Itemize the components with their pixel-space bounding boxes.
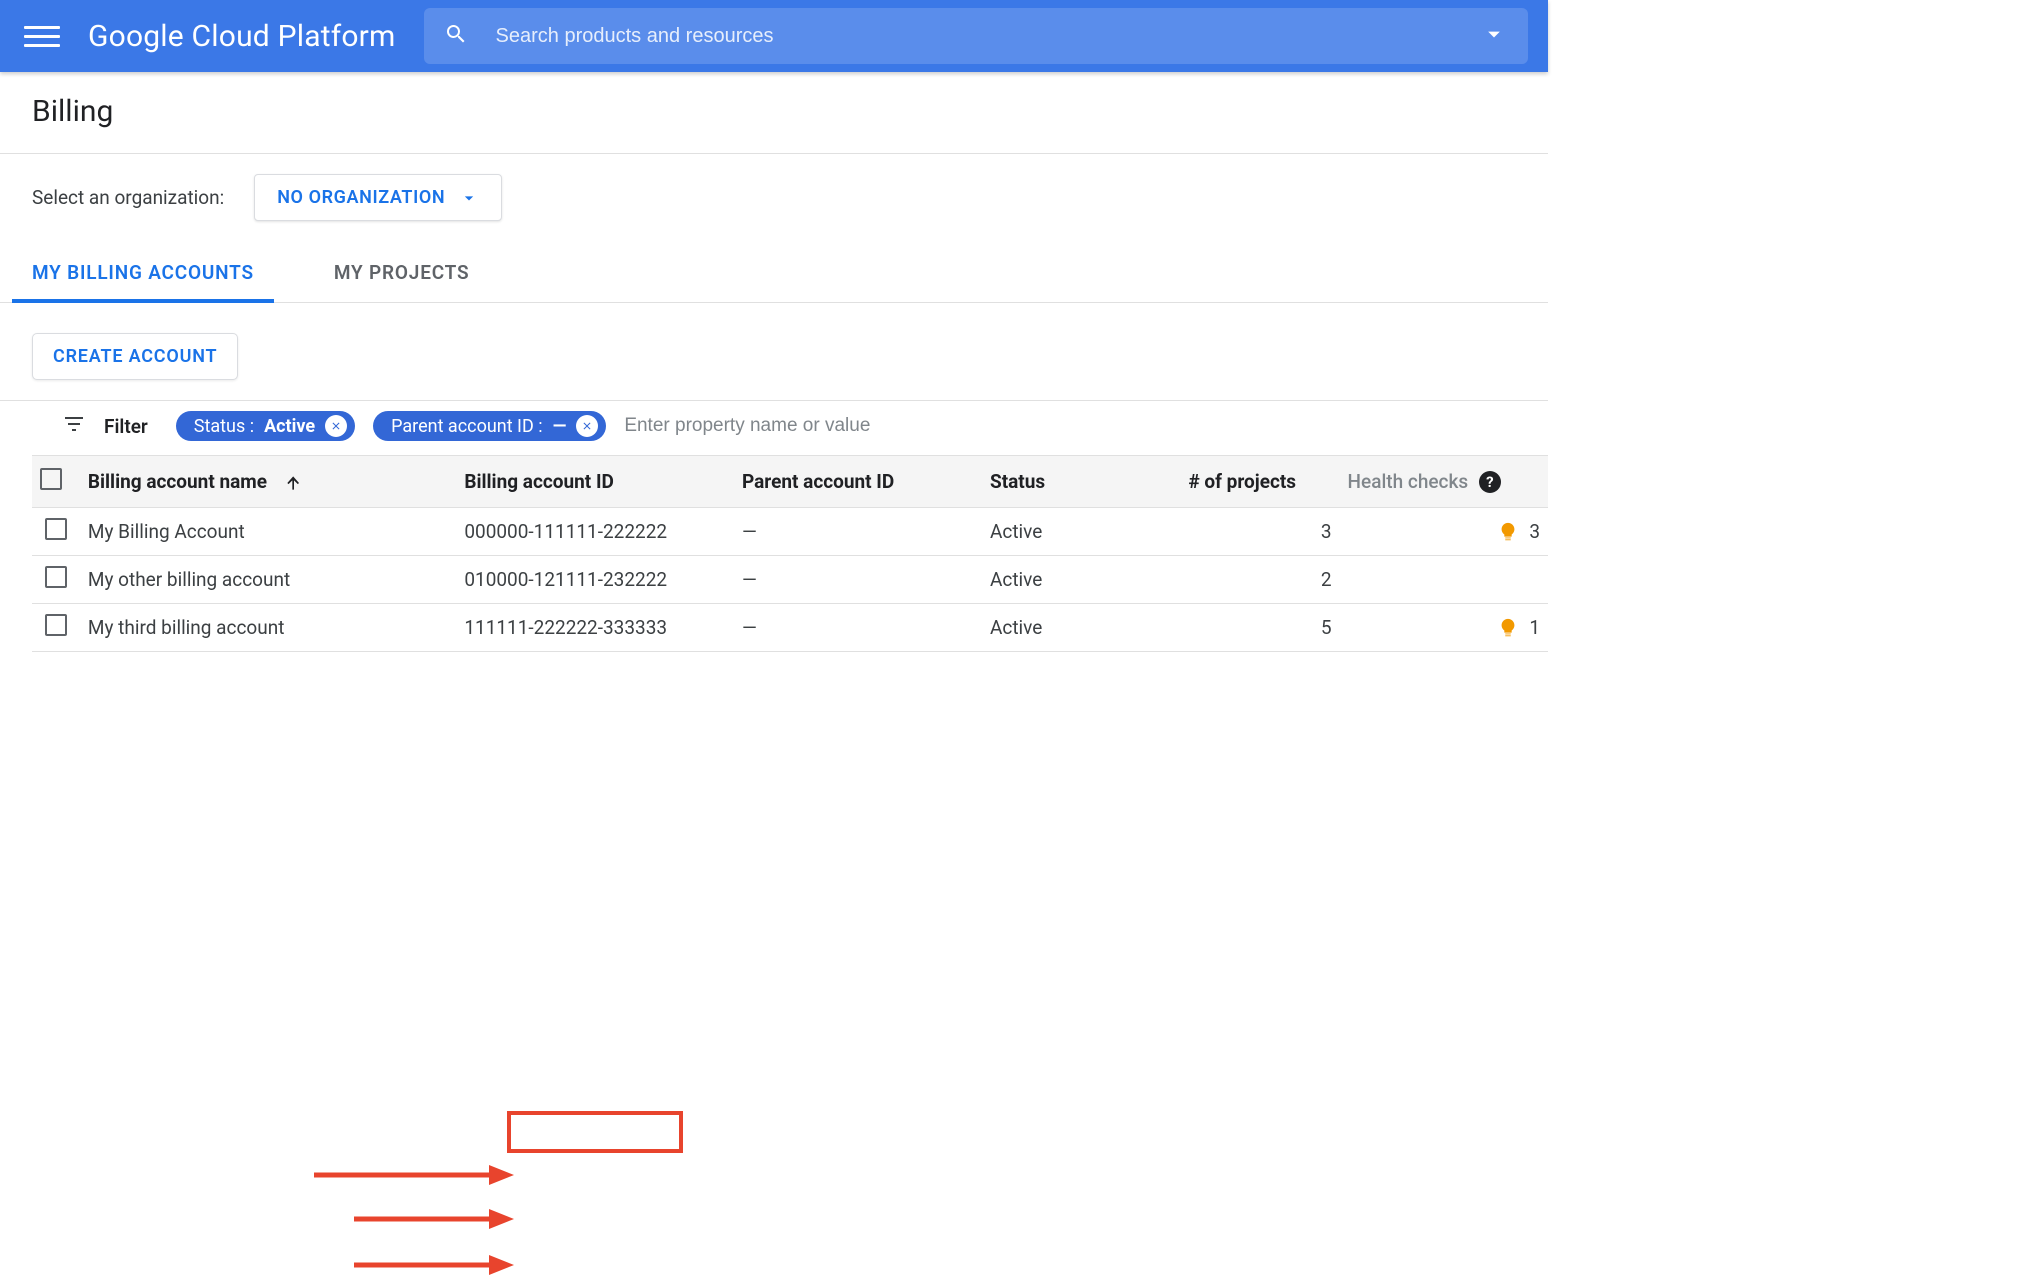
sort-asc-icon (284, 470, 304, 493)
cell-id: 111111-222222-333333 (456, 604, 734, 652)
org-selector[interactable]: NO ORGANIZATION (254, 174, 502, 221)
cell-name[interactable]: My third billing account (80, 604, 456, 652)
help-icon[interactable]: ? (1479, 471, 1501, 493)
filter-input[interactable] (624, 415, 1516, 437)
dropdown-icon (459, 188, 479, 208)
table-row: My third billing account111111-222222-33… (32, 604, 1548, 652)
col-parent[interactable]: Parent account ID (734, 456, 982, 508)
annotation-highlight-box (507, 1111, 683, 1153)
lightbulb-icon (1497, 617, 1519, 639)
cell-id: 010000-121111-232222 (456, 556, 734, 604)
product-name: Google Cloud Platform (88, 19, 396, 54)
org-row: Select an organization: NO ORGANIZATION (0, 154, 1548, 247)
cell-parent: — (734, 508, 982, 556)
filter-chip-parent-id[interactable]: Parent account ID : — (373, 411, 606, 441)
search-box[interactable] (424, 8, 1528, 64)
cell-name[interactable]: My other billing account (80, 556, 456, 604)
chip-remove-icon[interactable] (576, 415, 598, 437)
annotation-arrow (354, 1252, 514, 1278)
cell-projects: 5 (1180, 604, 1339, 652)
chevron-down-icon[interactable] (1480, 20, 1508, 53)
col-id[interactable]: Billing account ID (456, 456, 734, 508)
col-health[interactable]: Health checks ? (1340, 456, 1548, 508)
chip-key: Parent account ID : (391, 416, 542, 437)
page-title: Billing (0, 72, 1548, 153)
cell-health (1340, 556, 1548, 604)
billing-accounts-table: Billing account name Billing account ID … (32, 455, 1548, 652)
table-row: My Billing Account000000-111111-222222—A… (32, 508, 1548, 556)
filter-icon[interactable] (62, 412, 86, 441)
cell-parent: — (734, 604, 982, 652)
org-selected-value: NO ORGANIZATION (277, 187, 445, 208)
cell-health: 3 (1340, 508, 1548, 556)
search-input[interactable] (496, 25, 1452, 48)
col-projects[interactable]: # of projects (1180, 456, 1339, 508)
annotation-arrow (314, 1162, 514, 1188)
row-checkbox[interactable] (45, 614, 67, 636)
select-all-checkbox[interactable] (40, 468, 62, 490)
filter-label: Filter (104, 415, 148, 438)
col-status[interactable]: Status (982, 456, 1180, 508)
tab-billing-accounts[interactable]: MY BILLING ACCOUNTS (12, 247, 274, 302)
menu-icon[interactable] (24, 18, 60, 54)
cell-status: Active (982, 556, 1180, 604)
cell-projects: 2 (1180, 556, 1339, 604)
org-label: Select an organization: (32, 186, 224, 209)
filter-chip-status[interactable]: Status : Active (176, 411, 355, 441)
cell-status: Active (982, 508, 1180, 556)
search-icon (444, 22, 468, 51)
tabs: MY BILLING ACCOUNTS MY PROJECTS (0, 247, 1548, 303)
filter-bar: Filter Status : Active Parent account ID… (0, 400, 1548, 455)
annotation-arrow (354, 1206, 514, 1232)
cell-parent: — (734, 556, 982, 604)
chip-key: Status : (194, 416, 254, 437)
tab-my-projects[interactable]: MY PROJECTS (314, 247, 490, 302)
cell-health: 1 (1340, 604, 1548, 652)
cell-status: Active (982, 604, 1180, 652)
row-checkbox[interactable] (45, 518, 67, 540)
create-account-button[interactable]: CREATE ACCOUNT (32, 333, 238, 380)
chip-remove-icon[interactable] (325, 415, 347, 437)
cell-name[interactable]: My Billing Account (80, 508, 456, 556)
chip-value: — (553, 416, 567, 437)
table-row: My other billing account010000-121111-23… (32, 556, 1548, 604)
row-checkbox[interactable] (45, 566, 67, 588)
col-name[interactable]: Billing account name (80, 456, 456, 508)
chip-value: Active (264, 416, 315, 437)
cell-projects: 3 (1180, 508, 1339, 556)
topbar: Google Cloud Platform (0, 0, 1548, 72)
cell-id: 000000-111111-222222 (456, 508, 734, 556)
lightbulb-icon (1497, 521, 1519, 543)
